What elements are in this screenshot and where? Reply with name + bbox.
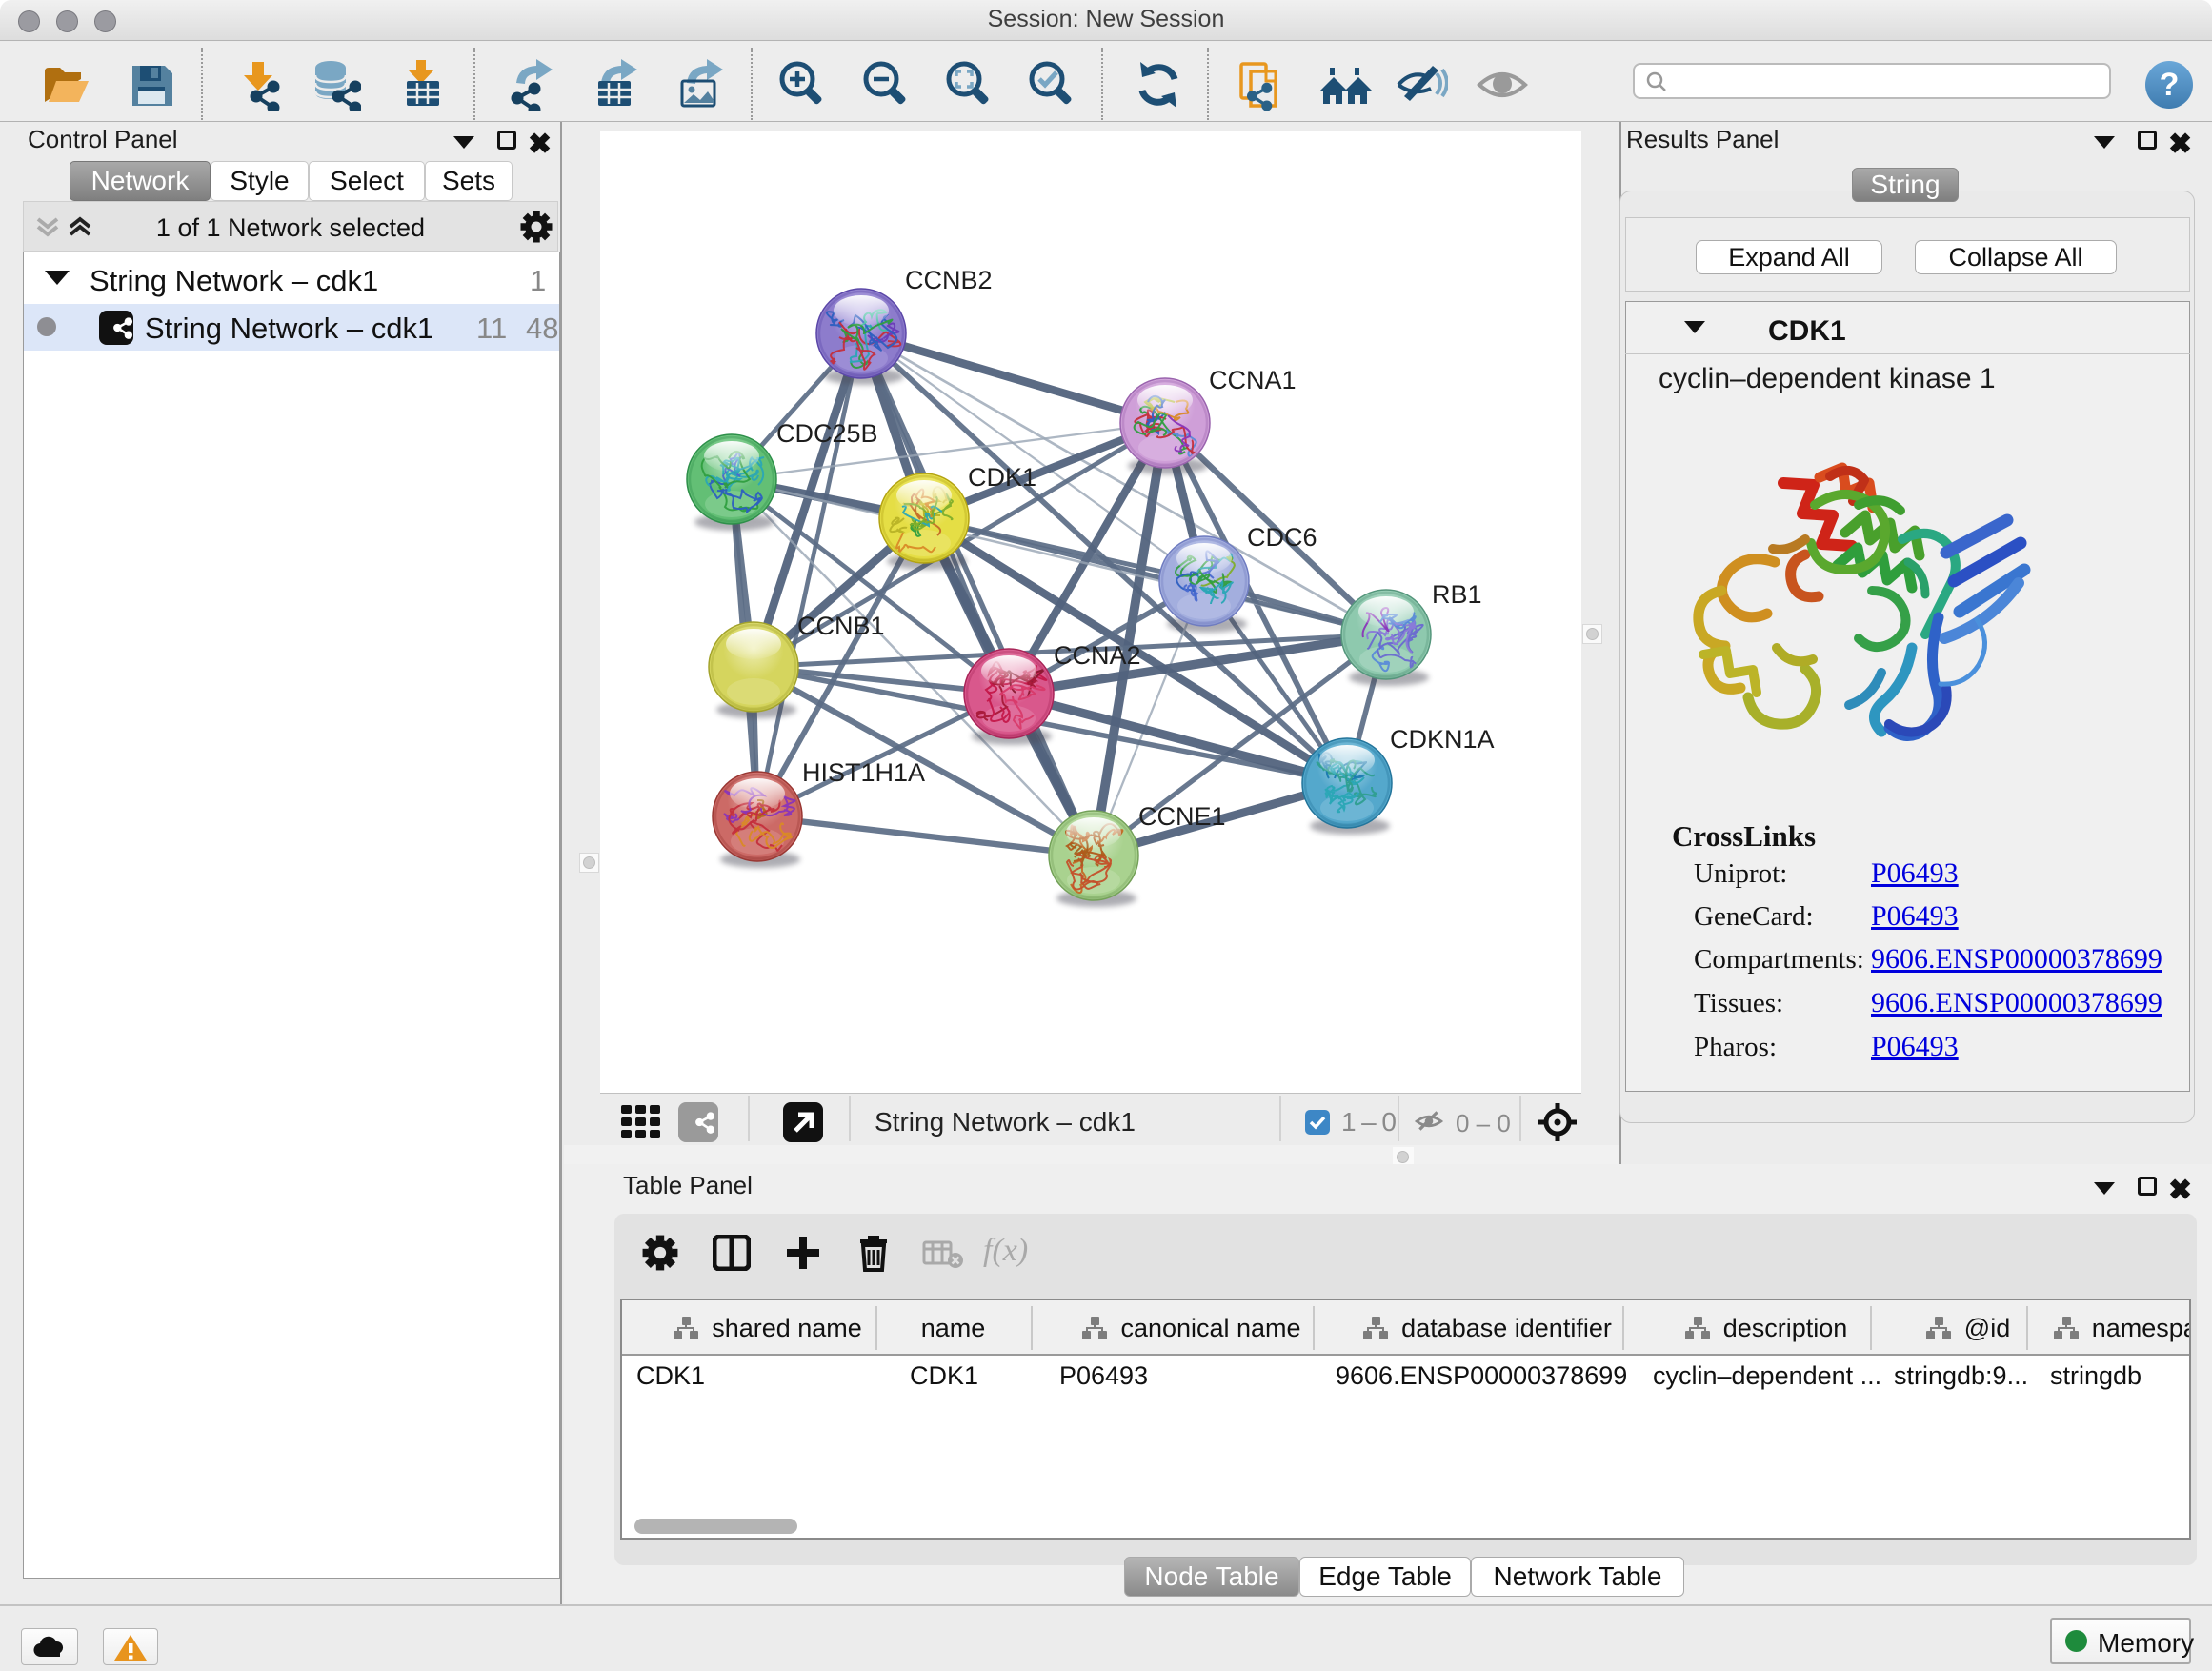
svg-text:CCNE1: CCNE1 bbox=[1138, 802, 1226, 831]
svg-text:HIST1H1A: HIST1H1A bbox=[802, 758, 925, 787]
svg-text:RB1: RB1 bbox=[1432, 580, 1482, 609]
svg-text:CDKN1A: CDKN1A bbox=[1390, 725, 1495, 754]
svg-text:CDC25B: CDC25B bbox=[776, 419, 878, 448]
svg-text:CCNA1: CCNA1 bbox=[1209, 366, 1297, 394]
svg-text:CDC6: CDC6 bbox=[1247, 523, 1317, 552]
svg-text:CCNB2: CCNB2 bbox=[905, 266, 993, 294]
svg-text:CCNB1: CCNB1 bbox=[797, 612, 885, 640]
svg-text:CDK1: CDK1 bbox=[968, 463, 1036, 492]
svg-text:CCNA2: CCNA2 bbox=[1054, 641, 1141, 670]
